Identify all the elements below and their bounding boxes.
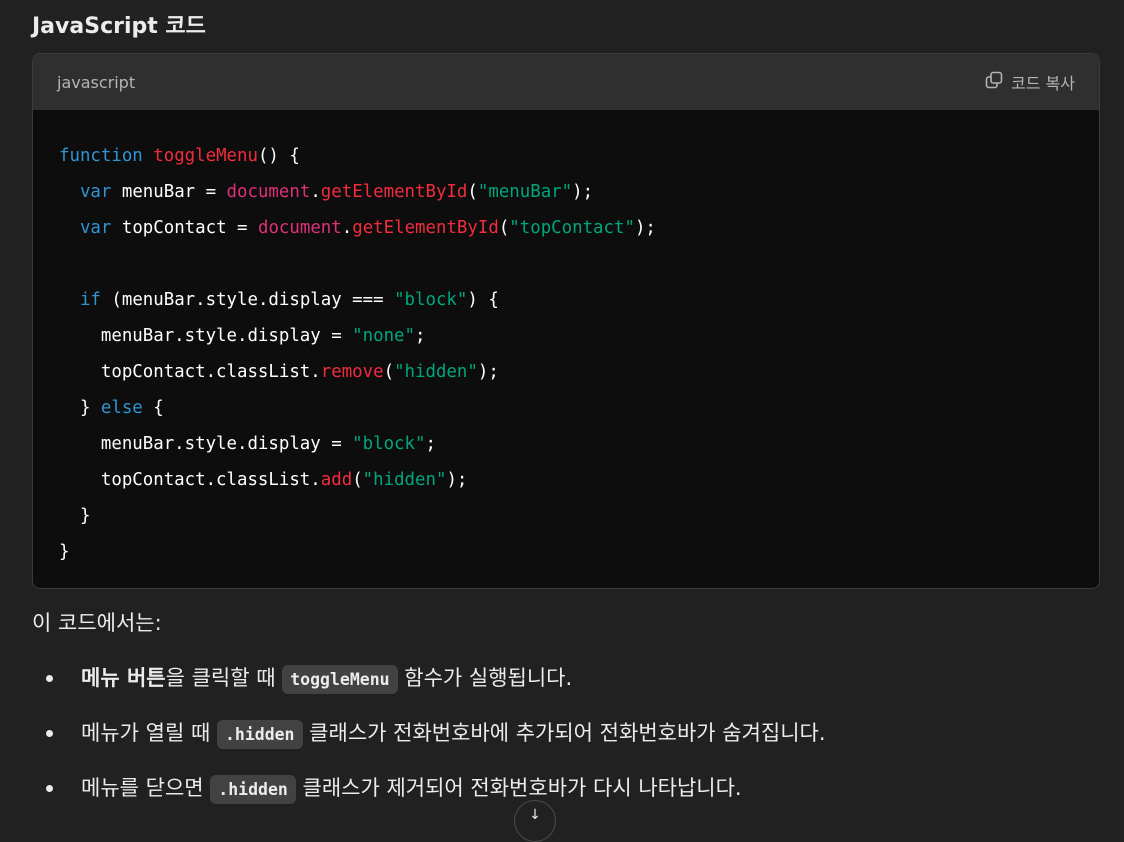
code-token: document (226, 182, 311, 202)
inline-code: toggleMenu (282, 665, 398, 694)
code-token: ); (572, 182, 594, 202)
code-token: menuBar.style.display = (59, 434, 353, 454)
copy-icon (984, 70, 1004, 94)
code-token: remove (320, 362, 384, 382)
code-token: ; (415, 326, 426, 346)
list-item: 메뉴를 닫으면 .hidden 클래스가 제거되어 전화번호바가 다시 나타납니… (32, 762, 826, 817)
explanation-list: 메뉴 버튼을 클릭할 때 toggleMenu 함수가 실행됩니다. 메뉴가 열릴… (32, 652, 826, 817)
code-token: topContact.classList. (59, 470, 321, 490)
code-token: else (100, 398, 143, 418)
code-token: } (59, 542, 70, 562)
code-token: add (320, 470, 353, 490)
code-line: if (menuBar.style.display === "block") { (59, 290, 499, 310)
section-heading: JavaScript 코드 (32, 14, 206, 39)
code-token: getElementById (320, 182, 468, 202)
code-token: "block" (394, 290, 468, 310)
code-token: ( (383, 362, 395, 382)
inline-code: .hidden (216, 720, 303, 749)
code-token: "hidden" (362, 470, 447, 490)
list-item: 메뉴가 열릴 때 .hidden 클래스가 전화번호바에 추가되어 전화번호바가… (32, 707, 826, 762)
code-token: "block" (352, 434, 426, 454)
code-token: if (79, 290, 101, 310)
explanation-intro: 이 코드에서는: (32, 611, 162, 635)
code-token: toggleMenu (153, 146, 258, 166)
code-token: menuBar.style.display = (59, 326, 353, 346)
list-text: 클래스가 제거되어 전화번호바가 다시 나타납니다. (295, 776, 742, 800)
code-token: var (79, 182, 112, 202)
code-token: ); (634, 218, 656, 238)
code-line: menuBar.style.display = "none"; (59, 326, 426, 346)
code-token: topContact.classList. (59, 362, 321, 382)
code-content: function toggleMenu() { var menuBar = do… (33, 110, 1099, 570)
list-text: 클래스가 전화번호바에 추가되어 전화번호바가 숨겨집니다. (302, 721, 826, 745)
code-line: function toggleMenu() { (59, 146, 300, 166)
list-text: 메뉴를 닫으면 (81, 776, 211, 800)
code-block: javascript 코드 복사 function toggleMenu() {… (32, 53, 1100, 589)
code-token: var (79, 218, 112, 238)
code-token: function (59, 146, 143, 166)
code-line: var menuBar = document.getElementById("m… (59, 182, 593, 202)
code-token: } (59, 398, 101, 418)
code-token: ) { (467, 290, 499, 310)
code-token: menuBar = (111, 182, 227, 202)
code-line: var topContact = document.getElementById… (59, 218, 656, 238)
code-block-header: javascript 코드 복사 (33, 54, 1099, 110)
list-text: 메뉴가 열릴 때 (81, 721, 217, 745)
code-language-label: javascript (57, 72, 136, 92)
list-item: 메뉴 버튼을 클릭할 때 toggleMenu 함수가 실행됩니다. (32, 652, 826, 707)
code-token: . (310, 182, 321, 202)
code-token: ); (446, 470, 468, 490)
code-token: document (257, 218, 342, 238)
code-token: "hidden" (394, 362, 478, 382)
code-token: getElementById (352, 218, 499, 238)
code-token: ; (425, 434, 436, 454)
arrow-down-icon: ↓ (529, 807, 541, 823)
code-token: () { (257, 146, 300, 166)
code-token: ); (477, 362, 499, 382)
copy-code-button[interactable]: 코드 복사 (984, 70, 1075, 94)
code-token: "menuBar" (477, 182, 573, 202)
code-line: topContact.classList.add("hidden"); (59, 470, 468, 490)
code-token: ( (467, 182, 478, 202)
copy-code-label: 코드 복사 (1011, 74, 1075, 93)
code-line: } (59, 542, 69, 562)
code-token: { (142, 398, 164, 418)
code-token: "none" (352, 326, 415, 346)
code-line: menuBar.style.display = "block"; (59, 434, 436, 454)
bold-text: 메뉴 버튼 (81, 666, 166, 690)
code-line: } (59, 506, 90, 526)
code-token: (menuBar.style.display === (100, 290, 395, 310)
inline-code: .hidden (210, 775, 296, 804)
code-line: topContact.classList.remove("hidden"); (59, 362, 499, 382)
code-token: topContact = (111, 218, 258, 238)
code-line: } else { (59, 398, 164, 418)
code-token: . (341, 218, 353, 238)
code-token: ( (498, 218, 510, 238)
scroll-to-bottom-button[interactable]: ↓ (514, 800, 556, 842)
code-token: "topContact" (509, 218, 635, 238)
list-text: 함수가 실행됩니다. (397, 666, 573, 690)
list-text: 을 클릭할 때 (165, 666, 283, 690)
code-token: ( (352, 470, 363, 490)
code-token: } (59, 506, 91, 526)
